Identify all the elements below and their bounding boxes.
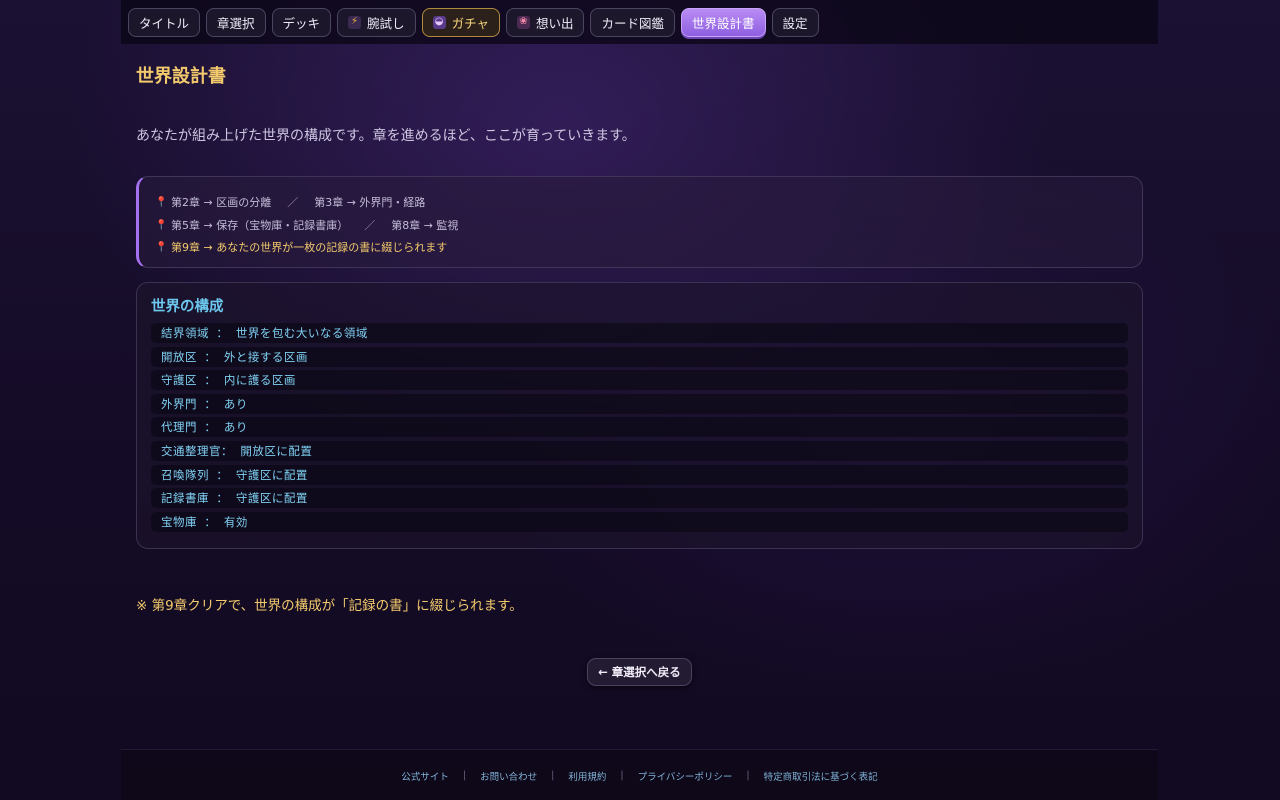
progress-line-current: 📍 第9章 → あなたの世界が一枚の記録の書に綴じられます [155, 237, 1142, 260]
nav-label: 腕試し [367, 15, 405, 31]
page: タイトル 章選択 デッキ ⚡ 腕試し ◒ ガチャ ❀ 想い出 カード図鑑 世界設… [0, 0, 1280, 800]
nav-deck-button[interactable]: デッキ [271, 7, 332, 37]
nav-label: 章選択 [217, 15, 255, 31]
nav-label: 世界設計書 [691, 15, 755, 31]
progress-separator: ／ [364, 218, 376, 232]
world-config-panel: 世界の構成 結界領域 ： 世界を包む大いなる領域 開放区 ： 外と接する区画 守… [136, 282, 1143, 549]
config-title: 世界の構成 [151, 299, 224, 315]
config-row: 交通整理官： 開放区に配置 [151, 440, 1128, 461]
progress-text: 第9章 → あなたの世界が一枚の記録の書に綴じられます [171, 241, 448, 255]
nav-label: 想い出 [535, 15, 574, 31]
footer-separator: | [620, 770, 624, 781]
config-row: 記録書庫 ： 守護区に配置 [151, 488, 1128, 509]
config-row: 外界門 ： あり [151, 393, 1128, 414]
chapter-progress-panel: 📍 第2章 → 区画の分離 ／ 第3章 → 外界門・経路 📍 第5章 → 保存（… [136, 176, 1143, 268]
footer-link-contact[interactable]: お問い合わせ [480, 769, 537, 783]
back-to-chapter-select-button[interactable]: ← 章選択へ戻る [587, 658, 692, 686]
pin-icon: 📍 [155, 219, 168, 231]
config-row: 開放区 ： 外と接する区画 [151, 346, 1128, 367]
footer-link-privacy[interactable]: プライバシーポリシー [638, 769, 733, 783]
lightning-icon: ⚡ [348, 15, 362, 29]
gacha-icon: ◒ [432, 15, 446, 29]
progress-text: 第8章 → 監視 [391, 218, 459, 232]
nav-trial-button[interactable]: ⚡ 腕試し [337, 7, 416, 37]
footer-link-terms[interactable]: 利用規約 [568, 769, 606, 783]
progress-text: 第2章 → 区画の分離 [171, 196, 272, 210]
nav-title-button[interactable]: タイトル [128, 7, 201, 37]
nav-label: ガチャ [451, 15, 489, 31]
memory-icon: ❀ [516, 15, 530, 29]
top-nav: タイトル 章選択 デッキ ⚡ 腕試し ◒ ガチャ ❀ 想い出 カード図鑑 世界設… [121, 0, 1158, 44]
progress-text: 第5章 → 保存（宝物庫・記録書庫） [171, 218, 349, 232]
nav-label: 設定 [782, 15, 808, 31]
config-row: 代理門 ： あり [151, 417, 1128, 438]
pin-icon: 📍 [155, 242, 168, 254]
config-row: 守護区 ： 内に護る区画 [151, 370, 1128, 391]
page-title: 世界設計書 [136, 66, 226, 87]
nav-memories-button[interactable]: ❀ 想い出 [505, 7, 585, 37]
config-row: 結界領域 ： 世界を包む大いなる領域 [151, 323, 1128, 343]
nav-settings-button[interactable]: 設定 [771, 7, 819, 37]
progress-separator: ／ [287, 196, 299, 210]
nav-card-catalog-button[interactable]: カード図鑑 [590, 7, 675, 37]
nav-chapter-select-button[interactable]: 章選択 [206, 7, 266, 37]
progress-text: 第3章 → 外界門・経路 [314, 196, 426, 210]
nav-label: デッキ [282, 15, 321, 31]
nav-world-design-button[interactable]: 世界設計書 [680, 7, 766, 37]
config-row: 宝物庫 ： 有効 [151, 511, 1128, 532]
footer-separator: | [551, 770, 555, 781]
nav-label: タイトル [139, 15, 190, 31]
completion-note: ※ 第9章クリアで、世界の構成が「記録の書」に綴じられます。 [136, 598, 523, 614]
progress-line: 📍 第5章 → 保存（宝物庫・記録書庫） ／ 第8章 → 監視 [155, 215, 1142, 238]
footer-separator: | [462, 770, 467, 781]
footer-link-official-site[interactable]: 公式サイト [401, 769, 449, 783]
pin-icon: 📍 [155, 197, 168, 209]
config-row: 召喚隊列 ： 守護区に配置 [151, 464, 1128, 485]
footer-link-commerce-law[interactable]: 特定商取引法に基づく表記 [764, 769, 878, 783]
nav-gacha-button[interactable]: ◒ ガチャ [421, 7, 500, 37]
progress-line: 📍 第2章 → 区画の分離 ／ 第3章 → 外界門・経路 [155, 192, 1142, 215]
page-lead: あなたが組み上げた世界の構成です。章を進めるほど、ここが育っていきます。 [136, 128, 636, 144]
footer: 公式サイト | お問い合わせ | 利用規約 | プライバシーポリシー | 特定商… [121, 749, 1158, 800]
nav-label: カード図鑑 [601, 15, 664, 31]
footer-separator: | [746, 770, 750, 781]
